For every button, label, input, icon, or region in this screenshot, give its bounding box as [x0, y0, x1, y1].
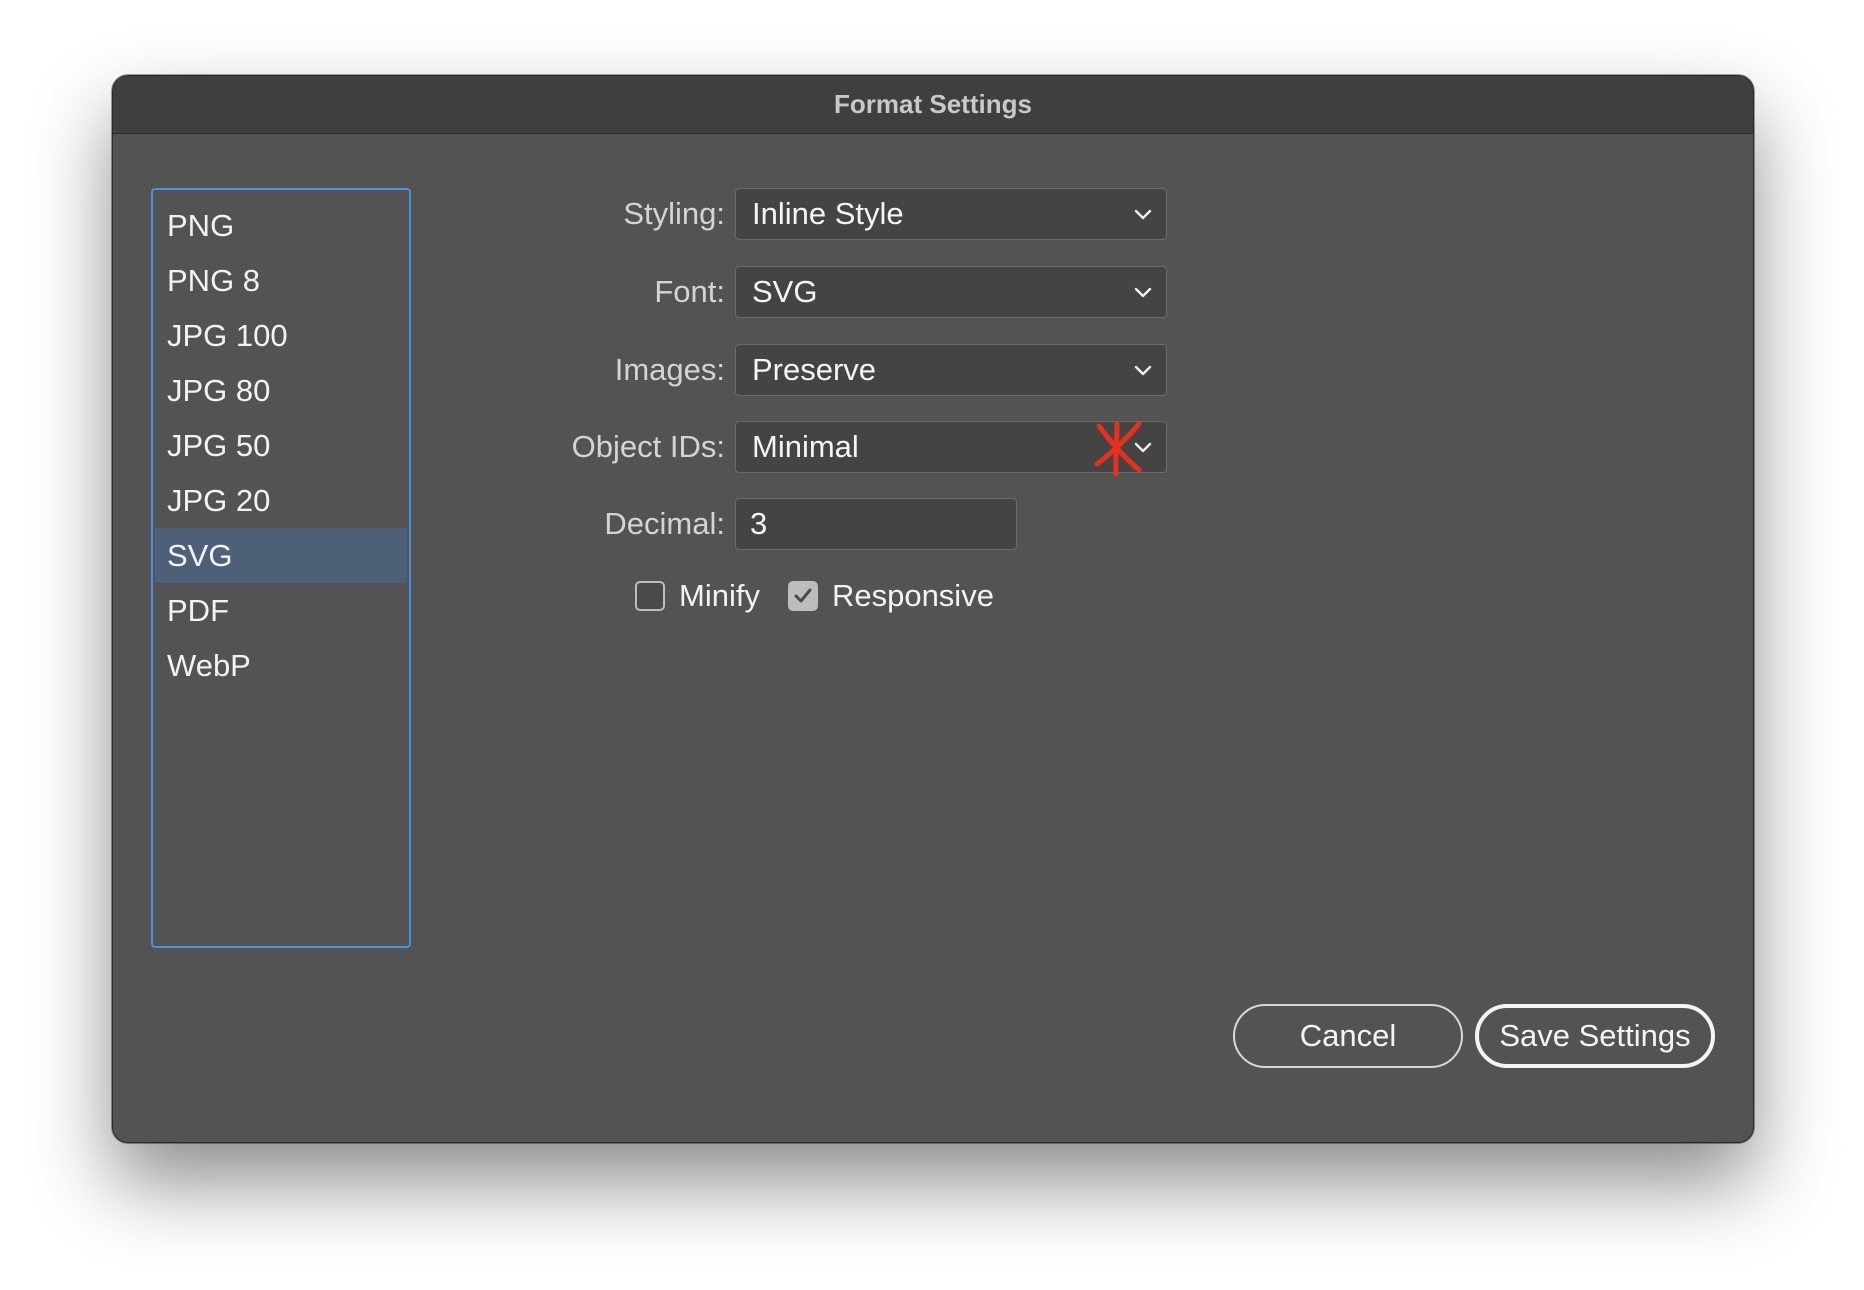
styling-select[interactable]: Inline Style — [735, 188, 1167, 240]
format-item-webp[interactable]: WebP — [155, 638, 407, 693]
format-item-jpg100[interactable]: JPG 100 — [155, 308, 407, 363]
decimal-label: Decimal: — [604, 506, 725, 541]
images-row: Images: Preserve — [413, 344, 1167, 396]
title-bar: Format Settings — [113, 76, 1753, 134]
images-select[interactable]: Preserve — [735, 344, 1167, 396]
styling-label: Styling: — [623, 196, 725, 231]
minify-label: Minify — [679, 578, 760, 613]
font-select[interactable]: SVG — [735, 266, 1167, 318]
images-label: Images: — [614, 352, 725, 387]
object-ids-label: Object IDs: — [571, 429, 725, 464]
styling-value: Inline Style — [752, 196, 904, 231]
checkmark-icon — [794, 588, 812, 603]
responsive-label: Responsive — [831, 578, 994, 613]
font-value: SVG — [752, 274, 818, 309]
decimal-input[interactable] — [735, 498, 1017, 550]
red-x-mark-icon — [1094, 421, 1142, 477]
responsive-checkbox[interactable] — [787, 581, 818, 611]
font-row: Font: SVG — [413, 266, 1167, 318]
format-item-png[interactable]: PNG — [155, 198, 407, 253]
styling-row: Styling: Inline Style — [413, 188, 1167, 240]
object-ids-row: Object IDs: Minimal — [413, 421, 1167, 473]
minify-option[interactable]: Minify — [635, 578, 760, 614]
object-ids-value: Minimal — [752, 429, 859, 464]
format-item-pdf[interactable]: PDF — [155, 583, 407, 638]
chevron-down-icon — [1134, 287, 1152, 298]
chevron-down-icon — [1134, 365, 1152, 376]
format-item-png8[interactable]: PNG 8 — [155, 253, 407, 308]
options-checkboxes: Minify Responsive — [635, 576, 1022, 616]
format-list[interactable]: PNG PNG 8 JPG 100 JPG 80 JPG 50 JPG 20 S… — [151, 188, 411, 948]
font-label: Font: — [654, 274, 725, 309]
format-item-svg[interactable]: SVG — [155, 528, 407, 583]
responsive-option[interactable]: Responsive — [787, 578, 994, 614]
format-item-jpg20[interactable]: JPG 20 — [155, 473, 407, 528]
chevron-down-icon — [1134, 209, 1152, 220]
format-item-jpg80[interactable]: JPG 80 — [155, 363, 407, 418]
format-item-jpg50[interactable]: JPG 50 — [155, 418, 407, 473]
save-settings-button[interactable]: Save Settings — [1475, 1004, 1715, 1068]
cancel-button[interactable]: Cancel — [1233, 1004, 1463, 1068]
format-settings-dialog: Format Settings PNG PNG 8 JPG 100 JPG 80… — [112, 75, 1754, 1143]
decimal-row: Decimal: — [413, 498, 1017, 550]
minify-checkbox[interactable] — [635, 581, 665, 611]
screen: Format Settings PNG PNG 8 JPG 100 JPG 80… — [0, 0, 1864, 1290]
dialog-title: Format Settings — [834, 89, 1032, 119]
images-value: Preserve — [752, 352, 877, 387]
